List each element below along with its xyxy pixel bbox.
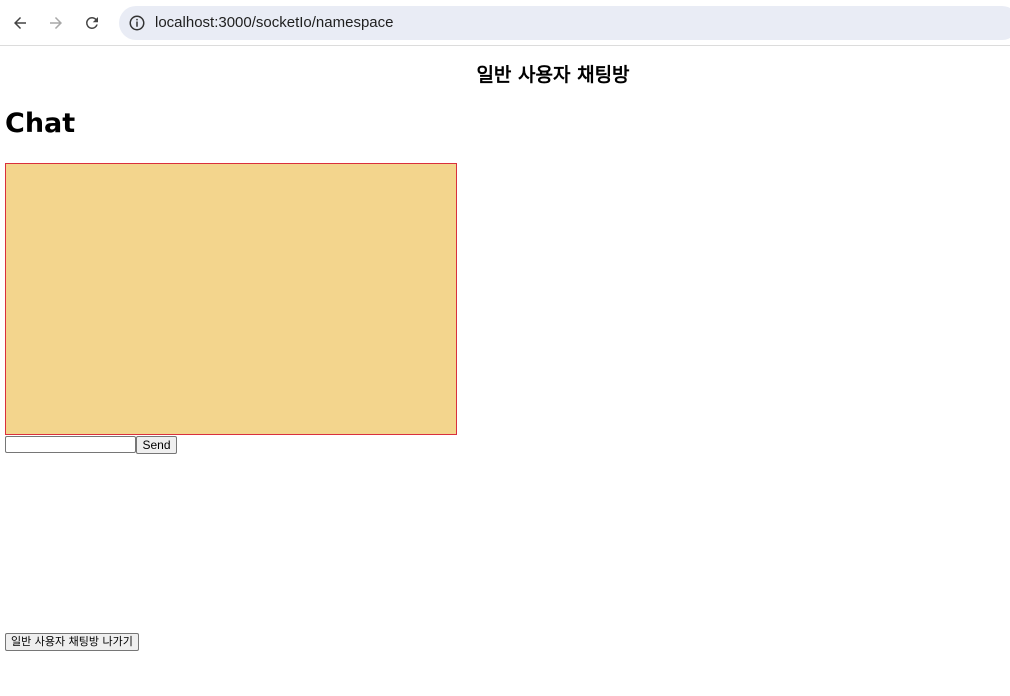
arrow-right-icon — [50, 17, 62, 29]
browser-toolbar: localhost:3000/socketIo/namespace — [0, 0, 1010, 46]
reload-icon — [86, 17, 98, 29]
chat-heading: Chat — [5, 108, 76, 139]
leave-room-button[interactable]: 일반 사용자 채팅방 나가기 — [5, 633, 139, 651]
chat-messages-box[interactable] — [5, 163, 457, 435]
url-text[interactable]: localhost:3000/socketIo/namespace — [155, 14, 393, 32]
page-title: 일반 사용자 채팅방 — [476, 64, 630, 86]
message-input[interactable] — [5, 436, 136, 453]
forward-button[interactable] — [43, 10, 69, 36]
back-button[interactable] — [7, 10, 33, 36]
arrow-left-icon — [14, 17, 26, 29]
send-button[interactable]: Send — [136, 436, 177, 454]
address-bar[interactable]: localhost:3000/socketIo/namespace — [119, 6, 1010, 40]
reload-button[interactable] — [79, 10, 105, 36]
site-info-icon[interactable] — [128, 14, 146, 32]
